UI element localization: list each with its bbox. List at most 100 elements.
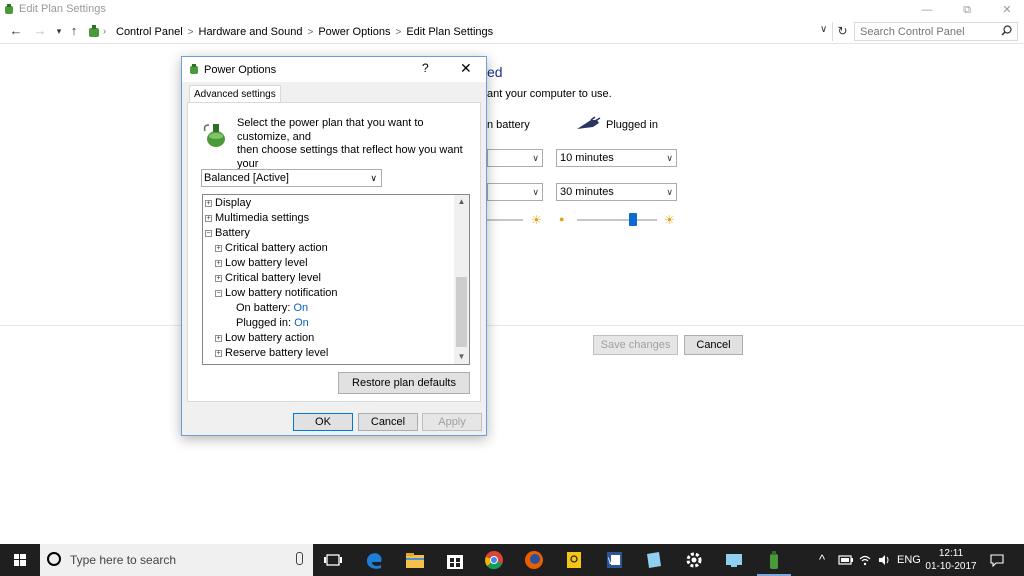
- tree-item-critical-battery-level[interactable]: + Critical battery level: [215, 271, 321, 286]
- tree-item-plugged-in[interactable]: Plugged in: On: [236, 316, 309, 331]
- breadcrumb: Control Panel > Hardware and Sound > Power O…: [116, 26, 493, 38]
- tree-item-label: Multimedia settings: [215, 212, 310, 224]
- settings-tree[interactable]: + Display + Multimedia settings − Battery +…: [202, 194, 470, 365]
- minimize-button[interactable]: —: [910, 0, 944, 20]
- cancel-button[interactable]: Cancel: [684, 335, 743, 355]
- power-options-icon: [190, 64, 198, 74]
- expand-icon[interactable]: +: [205, 215, 212, 222]
- display-off-plugged-in-select[interactable]: 10 minutes ∨: [556, 149, 677, 167]
- tree-scrollbar[interactable]: ▲ ▼: [454, 195, 469, 364]
- advanced-settings-panel: Select the power plan that you want to c…: [187, 102, 481, 402]
- remote-desktop-icon[interactable]: [722, 548, 746, 572]
- collapse-icon[interactable]: −: [215, 290, 222, 297]
- brightness-on-battery-slider[interactable]: [487, 219, 523, 221]
- tree-item-display[interactable]: + Display: [205, 196, 251, 211]
- tree-item-critical-battery-action[interactable]: + Critical battery action: [215, 241, 328, 256]
- maximize-button[interactable]: ⧉: [950, 0, 984, 20]
- up-button[interactable]: ↑: [66, 23, 82, 39]
- power-plan-select[interactable]: Balanced [Active] ∨: [201, 169, 382, 187]
- notepad-icon[interactable]: [642, 548, 666, 572]
- address-dropdown-button[interactable]: ∨: [820, 24, 827, 35]
- clock[interactable]: 12:11 01-10-2017: [921, 547, 981, 573]
- brightness-slider-thumb[interactable]: [629, 213, 637, 226]
- notification-icon[interactable]: [990, 553, 1004, 567]
- back-button[interactable]: ←: [8, 23, 24, 39]
- volume-icon[interactable]: [877, 553, 891, 567]
- expand-icon[interactable]: +: [215, 260, 222, 267]
- battery-icon[interactable]: [838, 554, 854, 566]
- expand-icon[interactable]: +: [215, 275, 222, 282]
- scrollbar-thumb[interactable]: [456, 277, 467, 347]
- settings-gear-icon[interactable]: [682, 548, 706, 572]
- cortana-icon: [47, 552, 61, 566]
- search-input[interactable]: [855, 23, 995, 40]
- ok-button[interactable]: OK: [293, 413, 353, 431]
- clock-time: 12:11: [938, 548, 964, 559]
- chrome-icon[interactable]: [482, 548, 506, 572]
- display-off-on-battery-select[interactable]: ∨: [487, 149, 543, 167]
- dialog-cancel-button[interactable]: Cancel: [358, 413, 418, 431]
- show-hidden-icons-button[interactable]: ^: [819, 552, 825, 567]
- page-description: ant your computer to use.: [487, 88, 612, 100]
- firefox-icon[interactable]: [522, 548, 546, 572]
- edge-browser-icon[interactable]: [363, 548, 387, 572]
- breadcrumb-control-panel[interactable]: Control Panel: [116, 26, 183, 38]
- windows-start-button[interactable]: [0, 544, 40, 576]
- sleep-plugged-in-select[interactable]: 30 minutes ∨: [556, 183, 677, 201]
- forward-button[interactable]: →: [32, 23, 48, 39]
- chevron-down-icon: ∨: [666, 153, 673, 163]
- scroll-down-arrow-icon[interactable]: ▼: [454, 350, 469, 364]
- power-options-taskbar-icon[interactable]: [762, 548, 786, 572]
- word-icon[interactable]: W: [602, 548, 626, 572]
- breadcrumb-power-options[interactable]: Power Options: [318, 26, 390, 38]
- brightness-high-icon: ☀: [664, 213, 675, 227]
- tree-item-low-battery-notification[interactable]: − Low battery notification: [215, 286, 338, 301]
- selected-plan: Balanced [Active]: [204, 172, 289, 184]
- tree-item-low-battery-level[interactable]: + Low battery level: [215, 256, 308, 271]
- taskbar-search-box[interactable]: Type here to search: [40, 544, 313, 576]
- tree-item-multimedia-settings[interactable]: + Multimedia settings: [205, 211, 309, 226]
- apply-button[interactable]: Apply: [422, 413, 482, 431]
- restore-plan-defaults-button[interactable]: Restore plan defaults: [338, 372, 470, 394]
- dialog-close-button[interactable]: ✕: [460, 60, 472, 77]
- tree-item-on-battery[interactable]: On battery: On: [236, 301, 308, 316]
- language-indicator[interactable]: ENG: [897, 554, 921, 566]
- help-button[interactable]: ?: [422, 61, 429, 75]
- tree-item-reserve-battery-level[interactable]: + Reserve battery level: [215, 346, 328, 361]
- wifi-icon[interactable]: [858, 553, 872, 567]
- task-view-icon[interactable]: [321, 548, 345, 572]
- expand-icon[interactable]: +: [215, 245, 222, 252]
- sticky-notes-icon[interactable]: [562, 548, 586, 572]
- expand-icon[interactable]: +: [215, 350, 222, 357]
- expand-icon[interactable]: +: [215, 335, 222, 342]
- breadcrumb-edit-plan-settings[interactable]: Edit Plan Settings: [406, 26, 493, 38]
- tree-item-label: Battery: [215, 227, 250, 239]
- store-icon[interactable]: [443, 548, 467, 572]
- brightness-plugged-in-slider[interactable]: [577, 219, 657, 221]
- collapse-icon[interactable]: −: [205, 230, 212, 237]
- chevron-right-icon: ›: [103, 26, 106, 36]
- search-box[interactable]: [854, 22, 1018, 41]
- tree-item-battery[interactable]: − Battery: [205, 226, 250, 241]
- control-panel-icon: [89, 25, 99, 37]
- battery-plan-icon: [203, 124, 225, 147]
- file-explorer-icon[interactable]: [403, 548, 427, 572]
- sleep-on-battery-select[interactable]: ∨: [487, 183, 543, 201]
- on-battery-value-link[interactable]: On: [293, 302, 308, 314]
- save-changes-button[interactable]: Save changes: [593, 335, 678, 355]
- scroll-up-arrow-icon[interactable]: ▲: [454, 195, 469, 209]
- divider: [0, 325, 1024, 326]
- breadcrumb-hardware-and-sound[interactable]: Hardware and Sound: [199, 26, 303, 38]
- expand-icon[interactable]: +: [205, 200, 212, 207]
- plugged-in-value-link[interactable]: On: [294, 317, 309, 329]
- recent-locations-button[interactable]: ▾: [51, 23, 67, 39]
- brightness-high-icon: ☀: [531, 213, 542, 227]
- close-window-button[interactable]: ✕: [990, 0, 1024, 20]
- search-icon: [1001, 25, 1012, 36]
- address-bar[interactable]: › Control Panel > Hardware and Sound > Power…: [82, 21, 832, 42]
- power-options-dialog: Power Options ? ✕ Advanced settings Sele…: [181, 56, 487, 436]
- refresh-button[interactable]: ↻: [832, 22, 852, 41]
- microphone-icon[interactable]: [296, 552, 303, 565]
- plug-icon: [577, 116, 601, 129]
- tree-item-low-battery-action[interactable]: + Low battery action: [215, 331, 314, 346]
